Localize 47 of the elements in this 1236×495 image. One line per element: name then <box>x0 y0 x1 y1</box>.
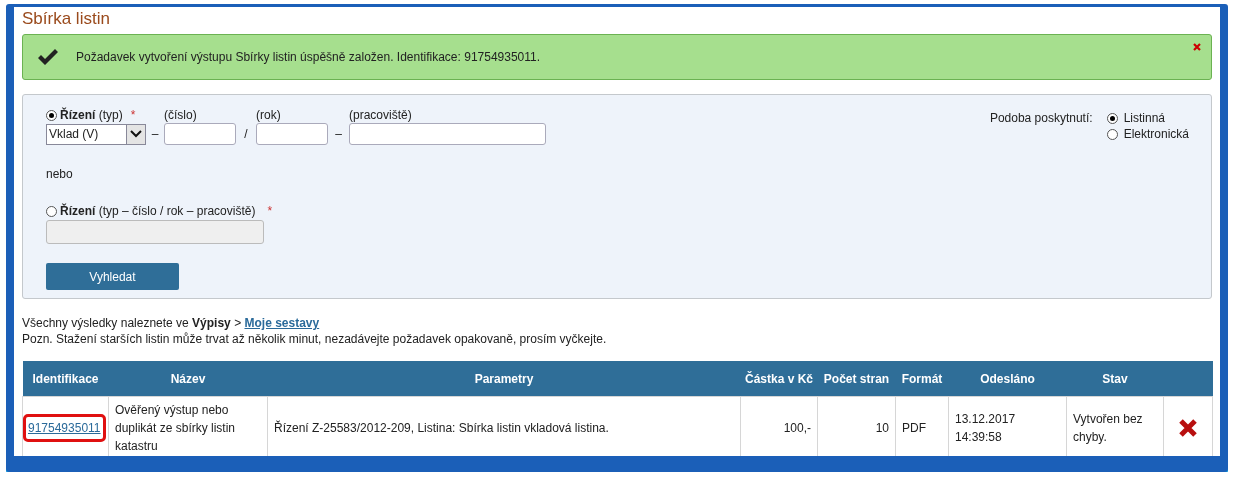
table-cell: 100,- <box>740 396 818 456</box>
year-label: (rok) <box>256 108 282 122</box>
radio-button[interactable] <box>46 109 57 121</box>
alert-message: Požadavek vytvoření výstupu Sbírky listin úspěšně založen. Identifikace: 91754935011. <box>76 50 541 64</box>
column-header: Stav <box>1066 361 1164 397</box>
delivery-option-label: Listinná <box>1123 111 1165 125</box>
results-info-text: Všechny výsledky naleznete ve Výpisy > Moje sestavy <box>22 315 321 331</box>
checkmark-icon <box>37 48 59 66</box>
or-label: nebo <box>46 167 74 181</box>
separator-label: / <box>243 127 249 141</box>
page-title: Sbírka listin <box>22 9 111 29</box>
table-cell: 13.12.2017 14:39:58 <box>948 396 1067 456</box>
year-field[interactable] <box>256 123 328 145</box>
search-button[interactable]: Vyhledat <box>46 263 179 290</box>
column-header: Název <box>108 361 268 397</box>
workplace-field[interactable] <box>349 123 546 145</box>
table-cell: 10 <box>817 396 896 456</box>
note-text: Pozn. Stažení starších listin může trvat až několik minut, nezadávejte požadavek opakovaně, prosím vyčkejte. <box>22 331 608 347</box>
column-header: Identifikace <box>22 361 109 397</box>
column-header: Parametry <box>267 361 741 397</box>
table-cell: Řízení Z-25583/2012-209, Listina: Sbírka listin vkladová listina. <box>267 396 741 456</box>
table-cell: Ověřený výstup nebo duplikát ze sbírky listin katastru <box>108 396 268 456</box>
procedure-full-label: Řízení (typ – číslo / rok – pracoviště) <box>60 204 256 218</box>
required-mark: * <box>267 204 273 218</box>
column-header: Odesláno <box>948 361 1067 397</box>
table-cell: PDF <box>895 396 949 456</box>
close-icon[interactable] <box>1193 43 1201 51</box>
delete-icon[interactable] <box>1179 419 1197 438</box>
table-cell: Vytvořen bez chyby. <box>1066 396 1164 456</box>
number-field[interactable] <box>164 123 236 145</box>
column-header: Počet stran <box>817 361 896 397</box>
type-select[interactable]: Vklad (V) <box>46 123 146 145</box>
radio-button[interactable] <box>1106 128 1118 140</box>
column-header: Formát <box>895 361 949 397</box>
separator-label: – <box>150 127 160 141</box>
dropdown-caret-icon <box>130 130 142 138</box>
delivery-label: Podoba poskytnutí: <box>989 111 1093 127</box>
number-label: (číslo) <box>164 108 198 122</box>
required-mark: * <box>130 108 136 122</box>
radio-button[interactable] <box>1106 112 1118 124</box>
column-header: Částka v Kč <box>740 361 818 397</box>
separator-label: – <box>334 127 343 141</box>
my-reports-link[interactable]: Moje sestavy <box>244 316 320 330</box>
workplace-label: (pracoviště) <box>349 108 413 122</box>
delivery-option-label: Elektronická <box>1123 127 1189 141</box>
identification-link[interactable]: 91754935011 <box>28 421 101 435</box>
procedure-type-label: Řízení (typ) <box>60 108 123 122</box>
